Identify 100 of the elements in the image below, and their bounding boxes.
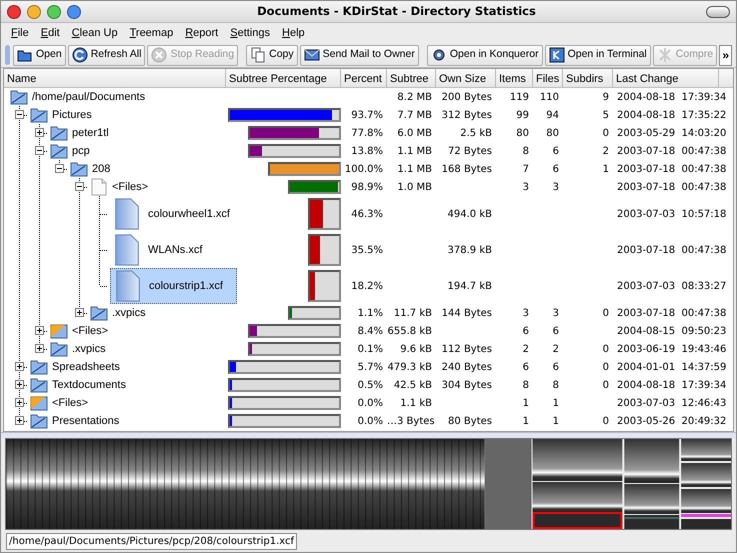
toolbar-button[interactable]: Open in Terminal — [544, 44, 651, 66]
toolbar-button[interactable]: Open — [13, 44, 66, 66]
expander-toggle[interactable] — [15, 398, 24, 407]
expander-toggle[interactable] — [15, 380, 24, 389]
file-name[interactable]: colourwheel1.xcf — [145, 204, 233, 224]
menu-item[interactable]: Report — [179, 24, 224, 42]
folder-name[interactable]: pcp — [69, 140, 93, 162]
folder-name[interactable]: <Files> — [69, 320, 112, 342]
minus-icon — [36, 147, 43, 154]
folder-name[interactable]: peter1tl — [69, 122, 112, 144]
percent-cell: 35.5% — [351, 244, 383, 256]
folder-name[interactable]: 208 — [89, 158, 114, 180]
percent-cell: 98.9% — [351, 182, 383, 192]
expander-toggle[interactable] — [75, 182, 84, 191]
menu-item[interactable]: Settings — [224, 24, 276, 42]
count-cell: 0 — [602, 380, 609, 390]
count-cell: 2 — [552, 344, 559, 354]
plus-icon — [16, 363, 23, 370]
percent-cell: 0.1% — [358, 344, 383, 354]
date-cell: 2003-05-26 20:49:32 — [617, 416, 726, 426]
size-cell: 240 Bytes — [442, 362, 492, 372]
menu-item[interactable]: Treemap — [124, 24, 180, 42]
size-cell: 7.7 MB — [397, 110, 432, 120]
plus-icon — [16, 417, 23, 424]
column-header[interactable]: Subtree Percentage — [226, 69, 341, 87]
expander-toggle[interactable] — [35, 128, 44, 137]
column-header[interactable]: Own Size — [436, 69, 496, 87]
menu-item[interactable]: Edit — [34, 24, 66, 42]
toolbar-button[interactable]: Copy — [246, 44, 298, 66]
expander-toggle[interactable] — [15, 362, 24, 371]
count-cell: 7 — [522, 164, 529, 174]
expander-toggle[interactable] — [15, 110, 24, 119]
overflow-button[interactable]: » — [719, 44, 732, 66]
plus-icon — [76, 309, 83, 316]
count-cell: 0 — [602, 344, 609, 354]
count-cell: 3 — [552, 182, 559, 192]
date-cell: 2004-08-18 17:35:22 — [617, 110, 726, 120]
toolbar-button[interactable]: Send Mail to Owner — [300, 44, 419, 66]
folder-icon — [30, 412, 48, 430]
count-cell: 80 — [546, 128, 559, 138]
refresh-icon — [72, 47, 88, 63]
status-bar-text: /home/paul/Documents/Pictures/pcp/208/colourstrip1.xcf — [6, 532, 298, 550]
expander-toggle[interactable] — [15, 416, 24, 425]
menu-item[interactable]: Clean Up — [66, 24, 124, 42]
treemap-drawing[interactable] — [6, 439, 731, 529]
column-header[interactable]: Subdirs — [563, 69, 613, 87]
column-header[interactable]: Last Change — [613, 69, 719, 87]
count-cell: 8 — [552, 380, 559, 390]
menu-item[interactable]: Help — [276, 24, 311, 42]
minimize-button[interactable] — [27, 4, 41, 18]
copy-icon — [250, 47, 266, 63]
folder-name[interactable]: Spreadsheets — [49, 356, 123, 378]
column-header[interactable]: Files — [533, 69, 563, 87]
size-cell: 11.7 kB — [394, 308, 432, 318]
plus-icon — [36, 129, 43, 136]
shade-button[interactable] — [67, 4, 81, 18]
folder-name[interactable]: Presentations — [49, 410, 122, 432]
folder-name[interactable]: /home/paul/Documents — [29, 86, 148, 108]
size-cell: …3 Bytes — [387, 416, 435, 426]
menu-item[interactable]: File — [5, 24, 35, 42]
folder-name[interactable]: .xvpics — [109, 302, 149, 324]
count-cell: 8 — [522, 146, 529, 156]
count-cell: 2 — [522, 344, 529, 354]
percent-cell: 0.5% — [358, 380, 383, 390]
date-cell: 2003-07-03 12:46:43 — [617, 398, 726, 408]
folder-name[interactable]: Pictures — [49, 104, 95, 126]
expander-toggle[interactable] — [35, 146, 44, 155]
folder-name[interactable]: <Files> — [49, 392, 92, 414]
expander-toggle[interactable] — [35, 344, 44, 353]
size-cell: 112 Bytes — [442, 344, 492, 354]
count-cell: 3 — [522, 308, 529, 318]
column-header[interactable]: Name — [4, 69, 226, 87]
toolbar-button[interactable]: Refresh All — [68, 44, 146, 66]
size-cell: 1.1 MB — [397, 164, 432, 174]
size-cell: 9.6 kB — [400, 344, 432, 354]
size-cell: 479.3 kB — [388, 362, 432, 372]
count-cell: 0 — [602, 128, 609, 138]
column-header[interactable]: Subtree — [387, 69, 436, 87]
column-header[interactable]: Percent — [341, 69, 387, 87]
count-cell: 3 — [522, 182, 529, 192]
toolbar-toggle-button[interactable] — [706, 6, 730, 18]
toolbar-button[interactable]: Open in Konqueror — [426, 44, 543, 66]
file-name[interactable]: WLANs.xcf — [145, 240, 206, 260]
expander-toggle[interactable] — [75, 308, 84, 317]
size-cell: 304 Bytes — [442, 380, 492, 390]
count-cell: 6 — [552, 164, 559, 174]
folder-name[interactable]: <Files> — [109, 176, 152, 198]
window-title: Documents - KDirStat - Directory Statistics — [256, 2, 537, 20]
plus-icon — [36, 327, 43, 334]
count-cell: 1 — [552, 398, 559, 408]
column-header[interactable]: Items — [496, 69, 533, 87]
percent-cell: 77.8% — [351, 128, 383, 138]
toolbar-handle[interactable] — [5, 45, 10, 65]
count-cell: 6 — [552, 362, 559, 372]
expander-toggle[interactable] — [55, 164, 64, 173]
folder-name[interactable]: Textdocuments — [49, 374, 129, 396]
close-button[interactable] — [7, 4, 21, 18]
maximize-button[interactable] — [47, 4, 61, 18]
expander-toggle[interactable] — [35, 326, 44, 335]
folder-name[interactable]: .xvpics — [69, 338, 109, 360]
